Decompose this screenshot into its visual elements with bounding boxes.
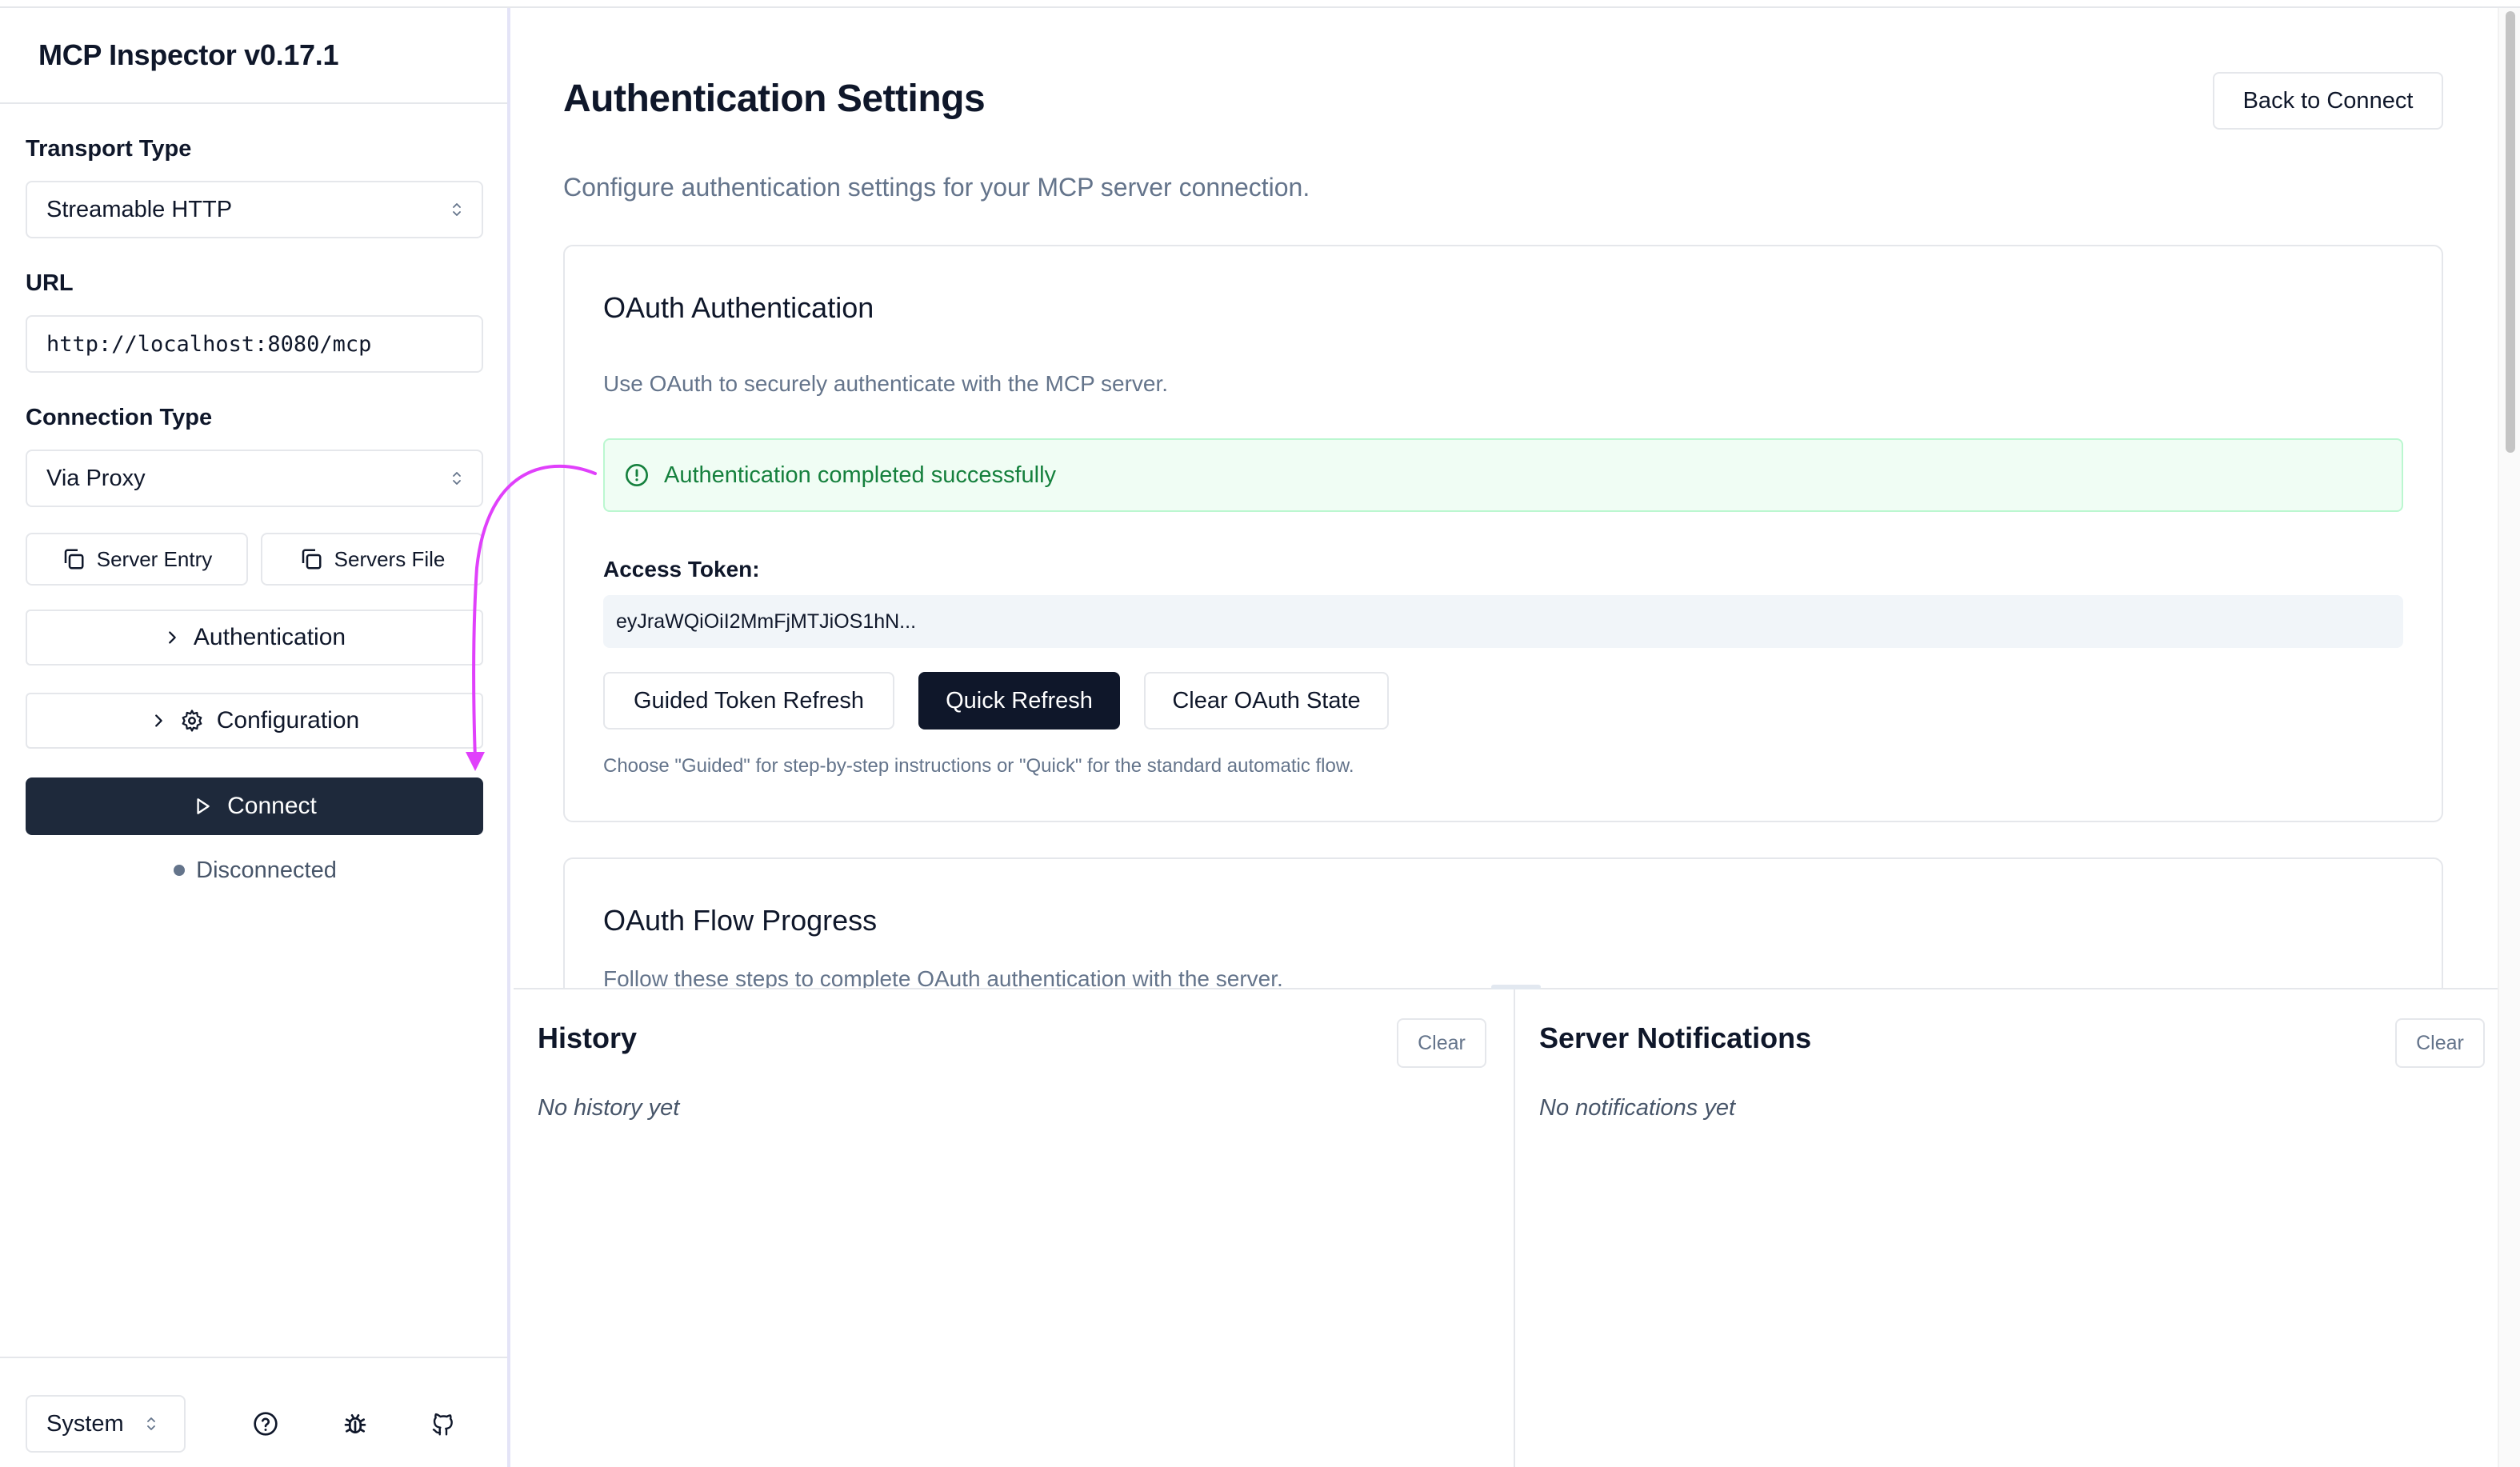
alert-circle-icon — [626, 464, 648, 486]
notifications-empty-text: No notifications yet — [1539, 1095, 1736, 1121]
play-icon — [197, 798, 210, 814]
history-title: History — [538, 1021, 638, 1054]
transport-type-value: Streamable HTTP — [46, 196, 233, 222]
authentication-label: Authentication — [193, 624, 346, 650]
connection-type-label: Connection Type — [26, 405, 213, 430]
url-value: http://localhost:8080/mcp — [46, 331, 372, 357]
success-alert: Authentication completed successfully — [603, 438, 2403, 512]
refresh-hint: Choose "Guided" for step-by-step instruc… — [603, 755, 1354, 777]
flow-card-title: OAuth Flow Progress — [603, 904, 878, 937]
configuration-label: Configuration — [216, 707, 360, 734]
status-dot — [174, 865, 186, 876]
oauth-authentication-card: OAuth Authentication Use OAuth to secure… — [563, 245, 2443, 822]
clear-oauth-state-label: Clear OAuth State — [1172, 687, 1361, 714]
sidebar-footer: System — [0, 1357, 507, 1467]
gear-icon — [182, 710, 202, 732]
quick-refresh-button[interactable]: Quick Refresh — [918, 672, 1120, 730]
server-notifications-panel: Server Notifications Clear No notificati… — [1515, 989, 2498, 1467]
access-token-text: eyJraWQiOiI2MmFjMTJiOS1hN... — [616, 610, 917, 633]
main-scrollbar[interactable] — [2498, 8, 2520, 1467]
flow-card-description: Follow these steps to complete OAuth aut… — [603, 966, 1283, 988]
chevron-up-down-icon — [453, 472, 461, 485]
debug-button[interactable] — [338, 1406, 373, 1441]
sidebar-header: MCP Inspector v0.17.1 — [0, 8, 507, 104]
success-alert-text: Authentication completed successfully — [664, 462, 1057, 488]
history-panel: History Clear No history yet — [514, 989, 1514, 1467]
connection-status: Disconnected — [0, 854, 510, 886]
notifications-clear-button[interactable]: Clear — [2395, 1018, 2485, 1068]
page-description: Configure authentication settings for yo… — [563, 173, 1310, 202]
copy-icon — [64, 549, 84, 570]
connect-button[interactable]: Connect — [26, 777, 483, 835]
oauth-card-description: Use OAuth to securely authenticate with … — [603, 371, 1169, 396]
sidebar: MCP Inspector v0.17.1 Transport Type Str… — [0, 8, 510, 1467]
theme-select[interactable]: System — [26, 1395, 186, 1453]
authentication-toggle[interactable]: Authentication — [26, 610, 483, 666]
help-button[interactable] — [248, 1406, 283, 1441]
back-to-connect-label: Back to Connect — [2242, 87, 2414, 114]
help-circle-icon — [254, 1412, 278, 1436]
url-input[interactable]: http://localhost:8080/mcp — [26, 315, 483, 373]
connect-label: Connect — [227, 793, 317, 819]
chevron-right-icon — [154, 714, 162, 727]
access-token-value: eyJraWQiOiI2MmFjMTJiOS1hN... — [603, 595, 2403, 648]
guided-token-refresh-button[interactable]: Guided Token Refresh — [603, 672, 894, 730]
github-link[interactable] — [426, 1406, 461, 1441]
server-entry-button[interactable]: Server Entry — [26, 533, 248, 586]
clear-oauth-state-button[interactable]: Clear OAuth State — [1144, 672, 1389, 730]
transport-type-select[interactable]: Streamable HTTP — [26, 181, 483, 238]
bug-icon — [344, 1414, 366, 1433]
theme-value: System — [46, 1410, 124, 1437]
chevron-right-icon — [169, 631, 176, 644]
history-clear-button[interactable]: Clear — [1397, 1018, 1486, 1068]
window-top-edge — [0, 0, 2520, 8]
history-empty-text: No history yet — [538, 1095, 680, 1121]
status-text: Disconnected — [196, 857, 337, 883]
transport-type-label: Transport Type — [26, 136, 192, 162]
servers-file-label: Servers File — [334, 546, 446, 571]
notifications-title: Server Notifications — [1539, 1021, 1812, 1054]
oauth-flow-progress-card: OAuth Flow Progress Follow these steps t… — [563, 857, 2443, 988]
servers-file-button[interactable]: Servers File — [261, 533, 483, 586]
chevron-up-down-icon — [453, 203, 461, 216]
server-entry-label: Server Entry — [96, 546, 213, 571]
guided-token-refresh-label: Guided Token Refresh — [633, 687, 865, 714]
access-token-label: Access Token: — [603, 557, 760, 582]
oauth-card-title: OAuth Authentication — [603, 291, 874, 324]
page-title: Authentication Settings — [563, 78, 986, 120]
history-clear-label: Clear — [1418, 1031, 1466, 1054]
bottom-panels: History Clear No history yet Server Noti… — [514, 985, 2498, 1467]
app-title: MCP Inspector v0.17.1 — [38, 38, 339, 71]
chevron-up-down-icon — [147, 1417, 155, 1430]
scrollbar-thumb[interactable] — [2506, 11, 2515, 453]
configuration-toggle[interactable]: Configuration — [26, 693, 483, 749]
notifications-clear-label: Clear — [2416, 1031, 2464, 1054]
main-content: Authentication Settings Back to Connect … — [514, 8, 2498, 988]
quick-refresh-label: Quick Refresh — [946, 687, 1093, 714]
url-label: URL — [26, 270, 74, 296]
copy-icon — [302, 549, 322, 570]
connection-type-value: Via Proxy — [46, 465, 146, 491]
back-to-connect-button[interactable]: Back to Connect — [2213, 72, 2443, 130]
connection-type-select[interactable]: Via Proxy — [26, 450, 483, 507]
github-icon — [432, 1413, 453, 1436]
